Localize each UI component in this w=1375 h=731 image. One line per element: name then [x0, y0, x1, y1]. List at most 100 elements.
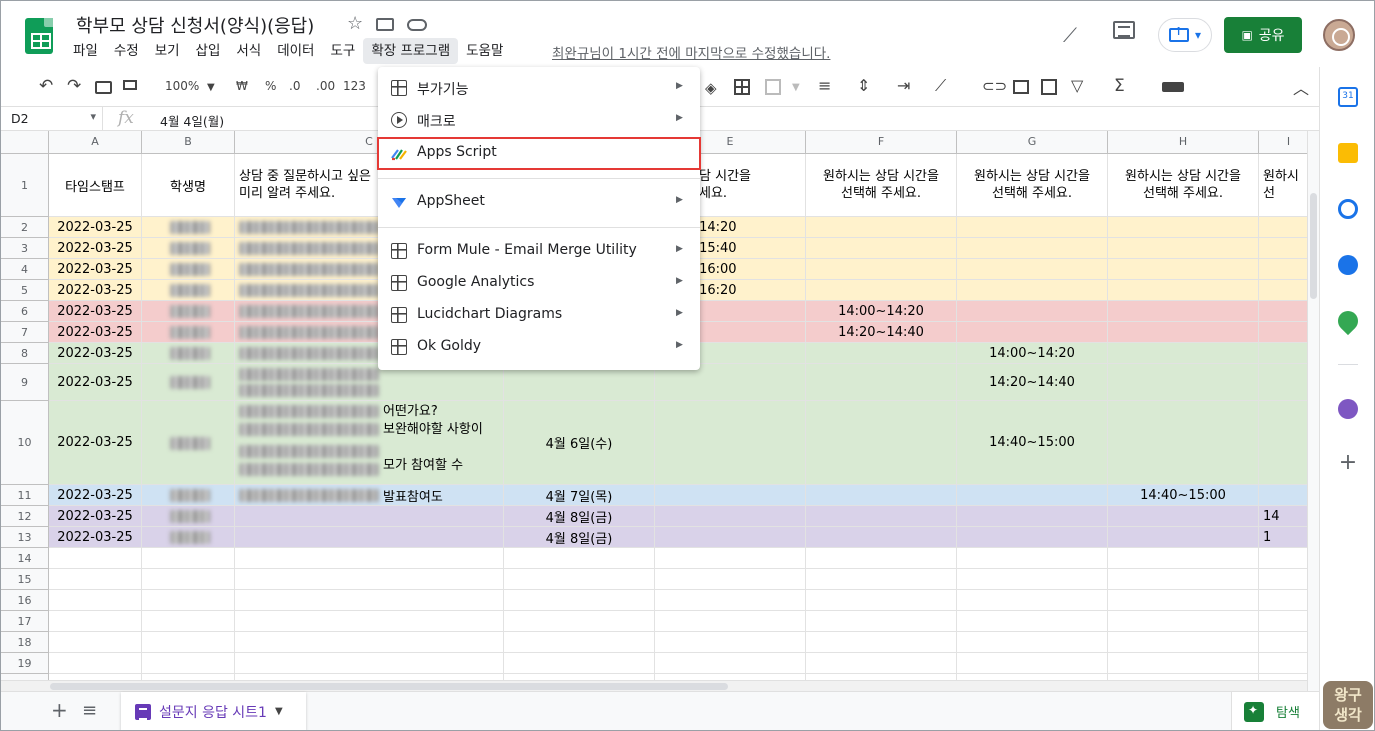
table-cell[interactable]: 타임스탬프 — [49, 154, 142, 217]
more-formats-button[interactable]: 123 — [343, 79, 366, 93]
table-cell[interactable]: 2022-03-25 — [49, 527, 142, 548]
comment-history-icon[interactable] — [1113, 21, 1135, 39]
table-cell[interactable] — [1259, 653, 1307, 674]
row-header[interactable]: 5 — [1, 280, 49, 301]
tab-chevron-icon[interactable]: ▼ — [275, 706, 283, 717]
percent-format-button[interactable]: % — [265, 79, 276, 93]
horizontal-scroll-thumb[interactable] — [50, 683, 728, 690]
row-header[interactable]: 10 — [1, 401, 49, 485]
merge-chevron-icon[interactable]: ▼ — [792, 82, 800, 93]
table-cell[interactable] — [1108, 506, 1259, 527]
menu-file[interactable]: 파일 — [65, 38, 106, 64]
table-cell[interactable] — [142, 364, 235, 401]
text-rotate-icon[interactable]: ⟋ — [935, 76, 946, 96]
cloud-status-icon[interactable] — [407, 19, 427, 31]
increase-decimal-button[interactable]: .00 — [316, 79, 335, 93]
table-cell[interactable]: 14:00~14:20 — [957, 343, 1108, 364]
table-cell[interactable]: 2022-03-25 — [49, 217, 142, 238]
keep-icon[interactable] — [1338, 143, 1358, 163]
table-cell[interactable] — [957, 238, 1108, 259]
table-cell[interactable] — [1108, 611, 1259, 632]
table-cell[interactable]: 어떤가요? 보완해야할 사항이 모가 참여할 수 — [235, 401, 504, 485]
table-cell[interactable]: 14 — [1259, 506, 1307, 527]
menu-help[interactable]: 도움말 — [458, 38, 511, 64]
table-cell[interactable] — [142, 301, 235, 322]
table-cell[interactable]: 원하시 선 — [1259, 154, 1307, 217]
table-cell[interactable] — [806, 280, 957, 301]
menu-extensions[interactable]: 확장 프로그램 — [363, 38, 459, 64]
fill-color-icon[interactable]: ◈ — [705, 79, 717, 97]
table-cell[interactable]: 2022-03-25 — [49, 485, 142, 506]
table-cell[interactable] — [235, 653, 504, 674]
star-icon[interactable]: ☆ — [347, 13, 363, 34]
table-cell[interactable] — [142, 238, 235, 259]
table-cell[interactable] — [1108, 364, 1259, 401]
table-cell[interactable] — [235, 590, 504, 611]
currency-format-button[interactable]: ₩ — [236, 79, 248, 93]
table-cell[interactable] — [655, 632, 806, 653]
table-cell[interactable]: 4월 8일(금) — [504, 506, 655, 527]
row-header[interactable]: 14 — [1, 548, 49, 569]
column-header[interactable]: G — [957, 131, 1108, 154]
table-cell[interactable] — [806, 364, 957, 401]
vertical-scroll-thumb[interactable] — [1310, 193, 1317, 299]
table-cell[interactable] — [806, 485, 957, 506]
table-cell[interactable]: 4월 7일(목) — [504, 485, 655, 506]
table-cell[interactable] — [1108, 401, 1259, 485]
table-cell[interactable] — [806, 548, 957, 569]
table-cell[interactable] — [142, 590, 235, 611]
borders-icon[interactable] — [734, 79, 750, 95]
collapse-toolbar-icon[interactable]: ︿ — [1293, 75, 1309, 99]
sheets-logo-icon[interactable] — [25, 18, 53, 54]
table-cell[interactable] — [235, 569, 504, 590]
undo-icon[interactable]: ↶ — [39, 76, 53, 96]
menu-format[interactable]: 서식 — [228, 38, 269, 64]
row-header[interactable]: 17 — [1, 611, 49, 632]
table-cell[interactable] — [806, 259, 957, 280]
document-title[interactable]: 학부모 상담 신청서(양식)(응답) — [76, 12, 314, 38]
horizontal-scrollbar[interactable] — [1, 680, 1307, 691]
table-cell[interactable] — [1108, 217, 1259, 238]
table-cell[interactable]: 2022-03-25 — [49, 238, 142, 259]
table-cell[interactable] — [1259, 364, 1307, 401]
table-cell[interactable] — [806, 611, 957, 632]
table-cell[interactable]: 2022-03-25 — [49, 280, 142, 301]
table-cell[interactable] — [142, 548, 235, 569]
table-cell[interactable] — [142, 569, 235, 590]
menu-item-ok-goldy[interactable]: Ok Goldy ▶ — [378, 331, 700, 363]
table-cell[interactable] — [49, 611, 142, 632]
table-cell[interactable] — [504, 590, 655, 611]
share-button[interactable]: ▣ 공유 — [1224, 17, 1302, 53]
table-cell[interactable] — [142, 527, 235, 548]
table-cell[interactable] — [1108, 259, 1259, 280]
row-header[interactable]: 11 — [1, 485, 49, 506]
table-cell[interactable] — [1108, 569, 1259, 590]
table-cell[interactable]: 2022-03-25 — [49, 322, 142, 343]
table-cell[interactable] — [655, 485, 806, 506]
horizontal-align-icon[interactable]: ≡ — [818, 76, 831, 95]
avatar[interactable] — [1323, 19, 1355, 51]
table-cell[interactable] — [655, 569, 806, 590]
table-cell[interactable]: 14:20~14:40 — [957, 364, 1108, 401]
table-cell[interactable]: 원하시는 상담 시간을 선택해 주세요. — [806, 154, 957, 217]
input-tools-icon[interactable] — [1162, 82, 1184, 92]
table-cell[interactable] — [957, 485, 1108, 506]
redo-icon[interactable]: ↷ — [67, 76, 81, 96]
menu-edit[interactable]: 수정 — [106, 38, 147, 64]
row-header[interactable]: 13 — [1, 527, 49, 548]
filter-icon[interactable]: ▽ — [1071, 76, 1083, 95]
menu-item-lucidchart[interactable]: Lucidchart Diagrams ▶ — [378, 299, 700, 331]
table-cell[interactable] — [957, 569, 1108, 590]
table-cell[interactable] — [655, 548, 806, 569]
vertical-align-icon[interactable]: ⇕ — [857, 76, 870, 95]
table-cell[interactable] — [655, 590, 806, 611]
table-cell[interactable] — [1259, 259, 1307, 280]
row-header[interactable]: 16 — [1, 590, 49, 611]
tasks-icon[interactable] — [1338, 199, 1358, 219]
name-box[interactable]: D2 — [1, 107, 103, 130]
present-button[interactable]: ▾ — [1158, 18, 1212, 52]
table-cell[interactable] — [49, 569, 142, 590]
table-cell[interactable]: 4월 6일(수) — [504, 401, 655, 485]
table-cell[interactable] — [655, 653, 806, 674]
table-cell[interactable] — [1108, 653, 1259, 674]
